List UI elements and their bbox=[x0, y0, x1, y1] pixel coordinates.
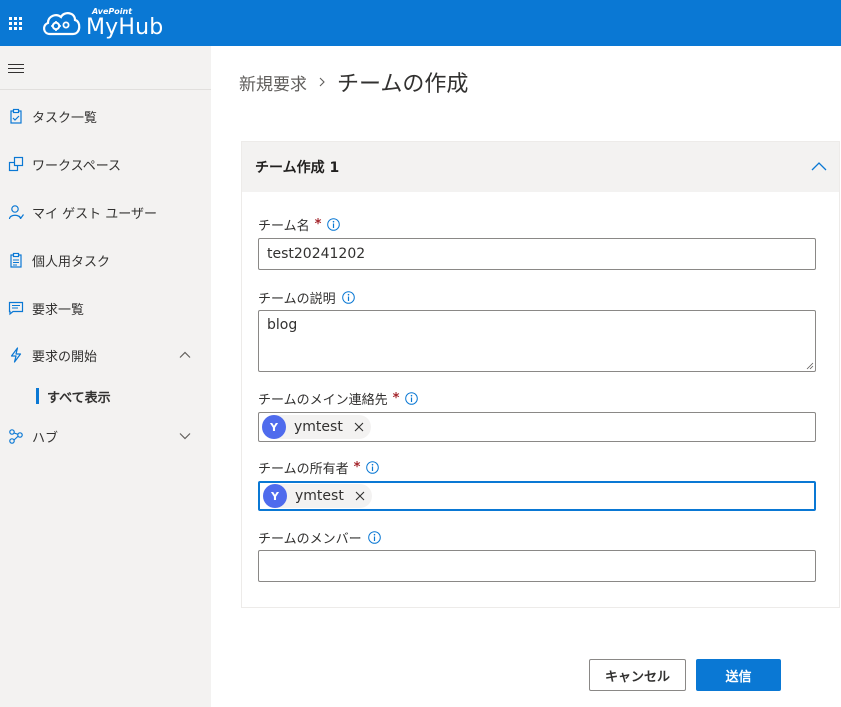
chevron-up-icon[interactable] bbox=[811, 161, 827, 171]
top-bar: AvePoint MyHub bbox=[0, 0, 841, 46]
sidebar-item-label: 個人用タスク bbox=[32, 254, 111, 270]
avatar: Y bbox=[263, 484, 287, 508]
primary-contact-label: チームのメイン連絡先 * bbox=[258, 389, 419, 408]
sidebar: タスク一覧 ワークスペース マイ ゲスト ユーザー 個人用タスク 要求一覧 要求… bbox=[0, 46, 211, 707]
field-label-text: チーム名 bbox=[258, 219, 310, 234]
workspace-icon bbox=[8, 156, 24, 172]
app-launcher-button[interactable] bbox=[0, 0, 30, 46]
sidebar-item-request-list[interactable]: 要求一覧 bbox=[0, 290, 211, 326]
team-name-input[interactable]: test20241202 bbox=[258, 238, 816, 270]
team-name-label: チーム名 * bbox=[258, 215, 341, 234]
members-picker[interactable] bbox=[258, 550, 816, 582]
sidebar-item-label: 要求一覧 bbox=[32, 302, 85, 318]
sidebar-divider bbox=[0, 89, 211, 90]
sidebar-item-personal-tasks[interactable]: 個人用タスク bbox=[0, 242, 211, 278]
info-icon[interactable] bbox=[366, 461, 380, 474]
info-icon[interactable] bbox=[405, 392, 419, 405]
avatar: Y bbox=[262, 415, 286, 439]
info-icon[interactable] bbox=[367, 531, 381, 544]
sidebar-item-start-request[interactable]: 要求の開始 bbox=[0, 337, 211, 373]
cloud-gear-icon bbox=[43, 12, 81, 36]
sidebar-item-label: マイ ゲスト ユーザー bbox=[32, 206, 158, 222]
field-label-text: チームのメンバー bbox=[258, 532, 362, 547]
persona-chip[interactable]: Y ymtest bbox=[262, 415, 371, 439]
chevron-down-icon[interactable] bbox=[179, 430, 191, 442]
required-marker: * bbox=[392, 391, 400, 406]
sidebar-item-hub[interactable]: ハブ bbox=[0, 418, 211, 454]
product-name: MyHub bbox=[86, 14, 164, 40]
breadcrumb: 新規要求 チームの作成 bbox=[239, 66, 468, 98]
members-label: チームのメンバー bbox=[258, 528, 381, 547]
field-label-text: チームのメイン連絡先 bbox=[258, 393, 388, 408]
personal-task-icon bbox=[8, 252, 24, 268]
info-icon[interactable] bbox=[327, 218, 341, 231]
breadcrumb-parent-link[interactable]: 新規要求 bbox=[239, 70, 307, 95]
guest-user-icon bbox=[8, 204, 24, 220]
persona-name: ymtest bbox=[295, 488, 344, 504]
app-logo[interactable]: AvePoint MyHub bbox=[40, 7, 164, 40]
owner-picker[interactable]: Y ymtest bbox=[258, 481, 816, 511]
selected-indicator bbox=[36, 388, 39, 404]
persona-chip[interactable]: Y ymtest bbox=[263, 484, 372, 508]
field-label-text: チームの説明 bbox=[258, 292, 336, 307]
textarea-value: blog bbox=[267, 317, 298, 333]
sidebar-item-guest-users[interactable]: マイ ゲスト ユーザー bbox=[0, 194, 211, 230]
sidebar-subitem-label: すべて表示 bbox=[47, 390, 111, 406]
submit-button[interactable]: 送信 bbox=[696, 659, 781, 691]
clipboard-icon bbox=[8, 108, 24, 124]
info-icon[interactable] bbox=[341, 291, 355, 304]
section-title: チーム作成 1 bbox=[255, 160, 340, 176]
sidebar-item-label: 要求の開始 bbox=[32, 349, 98, 365]
team-description-textarea[interactable]: blog bbox=[258, 310, 816, 372]
page-title: チームの作成 bbox=[337, 72, 469, 97]
sidebar-item-label: ワークスペース bbox=[32, 158, 122, 174]
sidebar-subitem-show-all[interactable]: すべて表示 bbox=[36, 385, 186, 407]
chevron-up-icon[interactable] bbox=[179, 349, 191, 361]
required-marker: * bbox=[314, 217, 322, 232]
menu-toggle-button[interactable] bbox=[8, 64, 24, 76]
sidebar-item-task-list[interactable]: タスク一覧 bbox=[0, 98, 211, 134]
team-creation-panel: チーム作成 1 チーム名 * test20241202 チームの説明 blog … bbox=[241, 141, 840, 608]
persona-name: ymtest bbox=[294, 419, 343, 435]
cancel-button[interactable]: キャンセル bbox=[589, 659, 686, 691]
owner-label: チームの所有者 * bbox=[258, 458, 380, 477]
close-icon[interactable] bbox=[352, 488, 368, 504]
lightning-icon bbox=[8, 347, 24, 363]
chevron-right-icon bbox=[319, 77, 325, 87]
primary-contact-picker[interactable]: Y ymtest bbox=[258, 412, 816, 442]
sidebar-item-workspace[interactable]: ワークスペース bbox=[0, 146, 211, 182]
close-icon[interactable] bbox=[351, 419, 367, 435]
panel-header[interactable]: チーム作成 1 bbox=[242, 142, 839, 192]
waffle-icon bbox=[8, 16, 22, 30]
field-label-text: チームの所有者 bbox=[258, 462, 349, 477]
request-list-icon bbox=[8, 300, 24, 316]
sidebar-item-label: ハブ bbox=[32, 430, 59, 446]
sidebar-item-label: タスク一覧 bbox=[32, 110, 98, 126]
required-marker: * bbox=[353, 460, 361, 475]
resize-grip-icon[interactable] bbox=[806, 362, 814, 370]
hub-icon bbox=[8, 428, 24, 444]
team-description-label: チームの説明 bbox=[258, 288, 355, 307]
